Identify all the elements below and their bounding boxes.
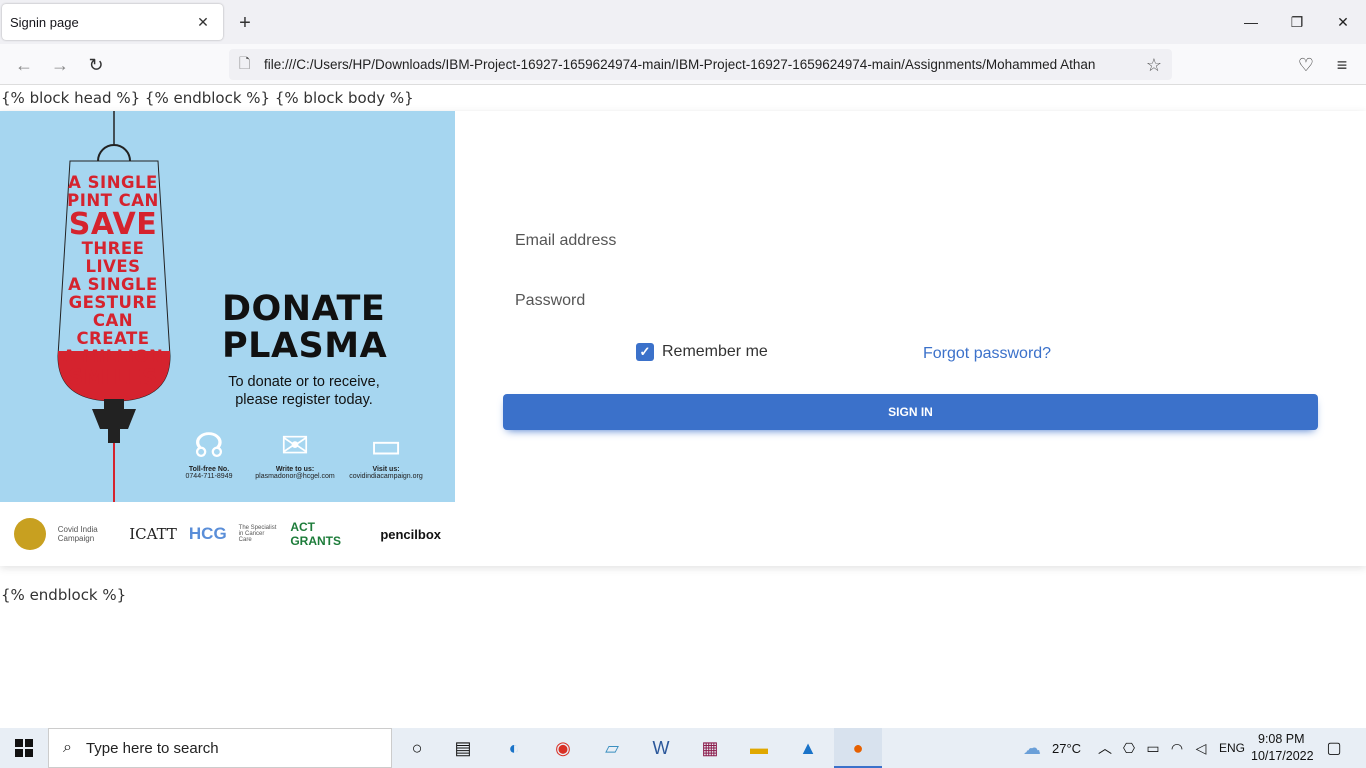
mail-icon: ✉ xyxy=(280,427,310,465)
icatt-logo: ICATT xyxy=(129,525,177,543)
contact-phone: ☊ Toll-free No. 0744-711-8949 xyxy=(164,426,254,480)
winrar-icon[interactable]: ▦ xyxy=(693,728,727,768)
template-text-top: {% block head %} {% endblock %} {% block… xyxy=(1,89,414,107)
edge-icon[interactable]: ◐ xyxy=(497,728,531,768)
windows-start-icon[interactable] xyxy=(0,728,48,768)
photos-icon[interactable]: ▲ xyxy=(791,728,825,768)
act-grants-logo: ACT GRANTS xyxy=(290,520,341,548)
back-arrow-icon[interactable]: ← xyxy=(9,50,39,80)
taskbar-search[interactable]: ⌕ Type here to search xyxy=(48,728,392,768)
covid-india-logo: Covid India Campaign xyxy=(57,525,98,543)
notifications-icon[interactable]: ▢ xyxy=(1320,728,1348,768)
pencilbox-logo: pencilbox xyxy=(380,526,441,542)
signin-card: A SINGLE PINT CAN SAVE THREE LIVES A SIN… xyxy=(0,111,1366,566)
donate-plasma-title: DONATE PLASMA xyxy=(222,289,388,366)
language-indicator[interactable]: ENG xyxy=(1219,741,1245,755)
hcg-tagline: The Specialist in Cancer Care xyxy=(238,525,277,543)
chevron-up-icon[interactable]: ︿ xyxy=(1095,728,1115,768)
browser-nav-bar: ← → ↻ 🗋 file:///C:/Users/HP/Downloads/IB… xyxy=(0,44,1366,85)
meet-icon[interactable]: ⎔ xyxy=(1119,728,1139,768)
bookmark-star-icon[interactable]: ☆ xyxy=(1142,53,1166,77)
file-explorer-icon[interactable]: ▬ xyxy=(742,728,776,768)
donate-subtitle: To donate or to receive, please register… xyxy=(228,374,380,408)
template-text-bottom: {% endblock %} xyxy=(1,586,127,604)
battery-icon[interactable]: ▭ xyxy=(1143,728,1163,768)
remember-me[interactable]: ✓ Remember me xyxy=(636,343,768,361)
bag-slogan: A SINGLE PINT CAN SAVE THREE LIVES A SIN… xyxy=(62,173,164,389)
email-field[interactable]: Email address xyxy=(515,232,616,250)
firefox-icon[interactable]: ● xyxy=(834,728,882,768)
hcg-logo: HCG xyxy=(188,524,227,543)
tab-title: Signin page xyxy=(10,14,79,30)
clock-time[interactable]: 9:08 PM xyxy=(1258,732,1305,746)
volume-icon[interactable]: ◁ xyxy=(1191,728,1211,768)
sponsor-logos: Covid India Campaign ICATT HCG The Speci… xyxy=(0,502,455,566)
password-field[interactable]: Password xyxy=(515,292,585,310)
cortana-icon[interactable]: ○ xyxy=(400,728,434,768)
weather-icon[interactable]: ☁ xyxy=(1018,728,1046,768)
notepad-icon[interactable]: ▱ xyxy=(595,728,629,768)
pocket-icon[interactable]: ♡ xyxy=(1291,50,1321,80)
forward-arrow-icon[interactable]: → xyxy=(45,50,75,80)
weather-temp[interactable]: 27°C xyxy=(1052,741,1081,756)
url-text: file:///C:/Users/HP/Downloads/IBM-Projec… xyxy=(264,57,1096,72)
minimize-button[interactable]: — xyxy=(1228,0,1274,44)
windows-taskbar: ⌕ Type here to search ○ ▤ ◐ ◉ ▱ W ▦ ▬ ▲ … xyxy=(0,728,1366,768)
karnataka-seal-logo xyxy=(14,518,46,550)
monitor-icon: ▭ xyxy=(369,427,403,465)
contact-email: ✉ Write to us: plasmadonor@hcgel.com xyxy=(250,426,340,480)
restore-button[interactable]: ❐ xyxy=(1274,0,1320,44)
donate-plasma-poster: A SINGLE PINT CAN SAVE THREE LIVES A SIN… xyxy=(0,111,455,566)
clock-date[interactable]: 10/17/2022 xyxy=(1251,749,1314,763)
remember-label: Remember me xyxy=(662,343,768,360)
close-window-button[interactable]: ✕ xyxy=(1320,0,1366,44)
reload-icon[interactable]: ↻ xyxy=(81,50,111,80)
tab-close-icon[interactable]: ✕ xyxy=(191,10,215,34)
browser-tab[interactable]: Signin page ✕ xyxy=(2,4,223,40)
menu-icon[interactable]: ≡ xyxy=(1327,50,1357,80)
page-icon: 🗋 xyxy=(239,54,251,71)
address-bar[interactable]: 🗋 file:///C:/Users/HP/Downloads/IBM-Proj… xyxy=(229,49,1172,80)
task-view-icon[interactable]: ▤ xyxy=(446,728,480,768)
new-tab-button[interactable]: + xyxy=(232,10,258,36)
wifi-icon[interactable]: ◠ xyxy=(1167,728,1187,768)
contact-website: ▭ Visit us: covidindiacampaign.org xyxy=(341,426,431,480)
word-icon[interactable]: W xyxy=(644,728,678,768)
forgot-password-link[interactable]: Forgot password? xyxy=(923,345,1051,363)
chrome-icon[interactable]: ◉ xyxy=(546,728,580,768)
browser-tab-bar: Signin page ✕ + — ❐ ✕ xyxy=(0,0,1366,44)
signin-form: Email address Password ✓ Remember me For… xyxy=(503,111,1318,566)
headset-icon: ☊ xyxy=(193,427,225,465)
search-icon: ⌕ xyxy=(63,739,72,756)
remember-checkbox[interactable]: ✓ xyxy=(636,343,654,361)
search-placeholder: Type here to search xyxy=(85,739,219,757)
signin-button[interactable]: SIGN IN xyxy=(503,394,1318,430)
